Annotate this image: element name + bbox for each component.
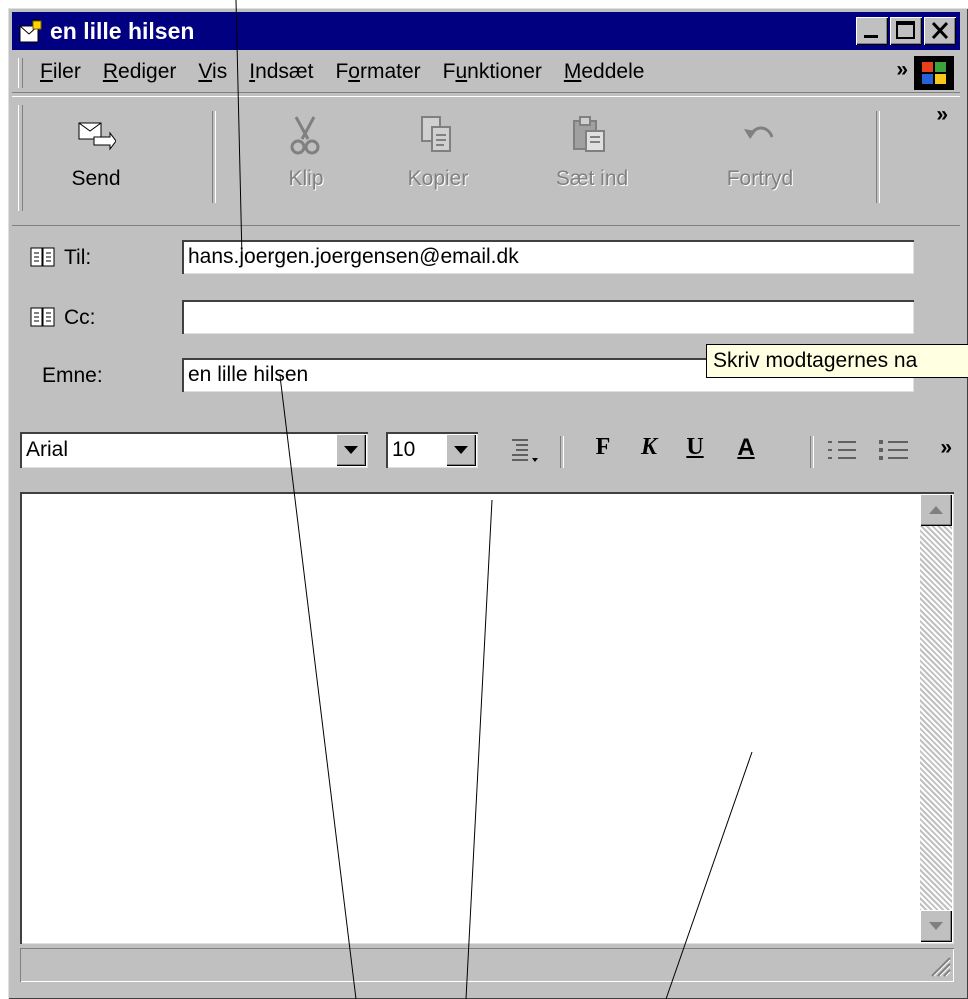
- paste-icon: [573, 116, 605, 152]
- close-button[interactable]: [924, 17, 956, 45]
- format-separator: [810, 436, 814, 468]
- undo-button[interactable]: Fortryd: [700, 105, 820, 205]
- format-overflow-chevron-icon[interactable]: »: [940, 436, 952, 460]
- address-book-icon[interactable]: [30, 246, 56, 268]
- windows-logo-icon: [914, 56, 954, 90]
- menu-indsaet[interactable]: Indsæt: [249, 60, 313, 84]
- menu-overflow-chevron-icon[interactable]: »: [896, 58, 908, 82]
- numbered-list-icon[interactable]: [822, 434, 862, 468]
- font-select[interactable]: Arial: [20, 432, 368, 468]
- font-size-select[interactable]: 10: [386, 432, 478, 468]
- close-icon: [931, 21, 949, 40]
- minimize-icon: [864, 35, 878, 38]
- to-value: hans.joergen.joergensen@email.dk: [188, 245, 519, 268]
- cc-field[interactable]: [182, 300, 914, 334]
- menu-rediger[interactable]: Rediger: [103, 60, 177, 84]
- menu-items: Filer Rediger Vis Indsæt Formater Funkti…: [40, 60, 666, 84]
- paste-label: Sæt ind: [555, 167, 629, 190]
- caption-buttons: [856, 17, 956, 45]
- formatting-toolbar: Arial 10 F K U A »: [12, 426, 960, 478]
- standard-toolbar: Send Klip Kopier Sæt ind Fortryd »: [12, 96, 960, 226]
- maximize-icon: [896, 21, 915, 39]
- menu-funktioner[interactable]: Funktioner: [443, 60, 542, 84]
- menu-filer[interactable]: Filer: [40, 60, 81, 84]
- tooltip-text: Skriv modtagernes na: [713, 349, 918, 372]
- copy-button[interactable]: Kopier: [378, 105, 498, 205]
- bold-button[interactable]: F: [588, 434, 618, 468]
- italic-button[interactable]: K: [634, 434, 664, 468]
- message-body[interactable]: [20, 492, 954, 944]
- vertical-scrollbar[interactable]: [920, 494, 952, 942]
- compose-message-icon: [19, 19, 42, 43]
- copy-label: Kopier: [407, 167, 469, 190]
- paste-button[interactable]: Sæt ind: [532, 105, 652, 205]
- resize-grip-icon[interactable]: [926, 952, 952, 978]
- status-bar: [20, 948, 954, 982]
- undo-icon: [744, 126, 774, 139]
- cut-button[interactable]: Klip: [246, 105, 366, 205]
- toolbar-grip[interactable]: [18, 105, 23, 211]
- cut-label: Klip: [288, 167, 324, 190]
- menu-meddelelse[interactable]: Meddele: [564, 60, 645, 84]
- scroll-up-arrow-icon[interactable]: [920, 494, 952, 526]
- scissors-icon: [290, 116, 320, 155]
- underline-button[interactable]: U: [680, 434, 710, 468]
- paragraph-style-icon[interactable]: [504, 434, 544, 468]
- send-button[interactable]: Send: [36, 105, 156, 205]
- message-window: en lille hilsen Filer Rediger Vis Indsæt…: [8, 8, 968, 999]
- send-icon: [78, 122, 116, 151]
- window-title: en lille hilsen: [50, 18, 195, 44]
- to-row: Til: hans.joergen.joergensen@email.dk: [18, 236, 954, 280]
- copy-icon: [421, 116, 451, 152]
- toolbar-overflow-chevron-icon[interactable]: »: [936, 103, 948, 127]
- format-separator: [560, 436, 564, 468]
- send-label: Send: [71, 167, 121, 190]
- maximize-button[interactable]: [890, 17, 922, 45]
- subject-value: en lille hilsen: [188, 363, 309, 386]
- subject-label: Emne:: [42, 364, 103, 387]
- toolbar-separator: [212, 111, 216, 203]
- title-bar[interactable]: en lille hilsen: [12, 12, 960, 50]
- scroll-down-arrow-icon[interactable]: [920, 910, 952, 942]
- menu-bar: Filer Rediger Vis Indsæt Formater Funkti…: [12, 54, 960, 93]
- bulleted-list-icon[interactable]: [874, 434, 914, 468]
- font-dropdown-arrow-icon[interactable]: [336, 434, 366, 466]
- menu-bar-grip[interactable]: [18, 58, 23, 88]
- menu-formater[interactable]: Formater: [335, 60, 420, 84]
- font-value: Arial: [26, 438, 69, 461]
- size-dropdown-arrow-icon[interactable]: [446, 434, 476, 466]
- menu-vis[interactable]: Vis: [198, 60, 227, 84]
- undo-label: Fortryd: [726, 167, 794, 190]
- to-field[interactable]: hans.joergen.joergensen@email.dk: [182, 240, 914, 274]
- recipients-tooltip: Skriv modtagernes na: [706, 344, 968, 378]
- minimize-button[interactable]: [856, 17, 888, 45]
- cc-label: Cc:: [64, 306, 96, 329]
- toolbar-separator: [876, 111, 880, 203]
- font-size-value: 10: [392, 438, 416, 461]
- font-color-button[interactable]: A: [726, 434, 766, 468]
- to-label: Til:: [64, 246, 92, 269]
- address-book-icon[interactable]: [30, 306, 56, 328]
- cc-row: Cc:: [18, 296, 954, 340]
